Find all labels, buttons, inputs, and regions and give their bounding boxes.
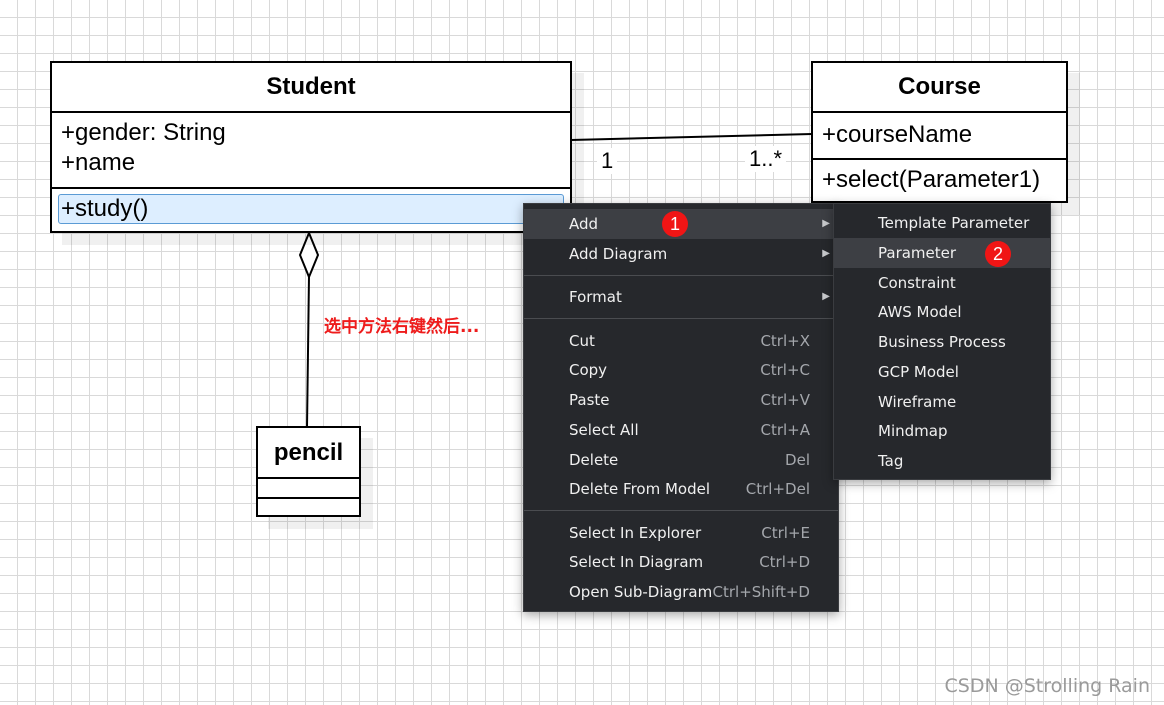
multiplicity-target: 1..*: [745, 146, 787, 172]
step-badge-2: 2: [985, 241, 1011, 267]
menu-item-label: Add: [569, 215, 599, 233]
submenu-arrow-icon: ▶: [822, 291, 830, 302]
menu-item-shortcut: Ctrl+Shift+D: [712, 583, 810, 601]
menu-item-label: Format: [569, 288, 622, 306]
menu-item-shortcut: Ctrl+E: [761, 524, 810, 542]
menu-item-paste[interactable]: Paste Ctrl+V: [524, 385, 838, 415]
submenu-item-label: Business Process: [878, 333, 1006, 351]
context-menu: Add ▶ Add Diagram ▶ Format ▶ Cut Ctrl+X …: [523, 203, 839, 612]
submenu-item-label: Template Parameter: [878, 214, 1030, 232]
menu-item-copy[interactable]: Copy Ctrl+C: [524, 355, 838, 385]
menu-item-format[interactable]: Format ▶: [524, 282, 838, 312]
student-attributes: +gender: String +name: [52, 113, 570, 187]
aggregation-diamond: [298, 230, 320, 280]
submenu-item-constraint[interactable]: Constraint: [834, 268, 1050, 298]
menu-item-label: Paste: [569, 391, 610, 409]
submenu-item-wireframe[interactable]: Wireframe: [834, 387, 1050, 417]
menu-item-select-in-diagram[interactable]: Select In Diagram Ctrl+D: [524, 547, 838, 577]
menu-item-label: Delete: [569, 451, 619, 469]
submenu-item-tag[interactable]: Tag: [834, 446, 1050, 476]
menu-item-select-all[interactable]: Select All Ctrl+A: [524, 415, 838, 445]
menu-item-shortcut: Ctrl+A: [760, 421, 810, 439]
submenu-arrow-icon: ▶: [822, 218, 830, 229]
menu-separator: [524, 318, 838, 319]
student-operations: +study(): [52, 189, 570, 224]
menu-item-shortcut: Del: [785, 451, 810, 469]
step-badge-1: 1: [662, 211, 688, 237]
pencil-operations: [258, 499, 359, 517]
menu-separator: [524, 510, 838, 511]
student-operation-selected[interactable]: +study(): [58, 194, 564, 224]
menu-item-label: Delete From Model: [569, 480, 711, 498]
submenu-item-aws-model[interactable]: AWS Model: [834, 297, 1050, 327]
submenu-item-label: AWS Model: [878, 303, 962, 321]
menu-item-shortcut: Ctrl+X: [760, 332, 810, 350]
menu-item-label: Select In Explorer: [569, 524, 702, 542]
menu-item-label: Select In Diagram: [569, 553, 704, 571]
menu-separator: [524, 275, 838, 276]
watermark-text: CSDN @Strolling Rain: [944, 675, 1150, 697]
course-class-name: Course: [813, 63, 1066, 113]
menu-item-label: Copy: [569, 361, 608, 379]
submenu-item-label: Mindmap: [878, 422, 948, 440]
aggregation-line[interactable]: [306, 275, 310, 428]
submenu-item-parameter[interactable]: Parameter: [834, 238, 1050, 268]
submenu-item-mindmap[interactable]: Mindmap: [834, 416, 1050, 446]
submenu-arrow-icon: ▶: [822, 248, 830, 259]
submenu-item-gcp-model[interactable]: GCP Model: [834, 357, 1050, 387]
submenu-item-label: GCP Model: [878, 363, 959, 381]
submenu-item-label: Tag: [878, 452, 904, 470]
multiplicity-source: 1: [597, 148, 618, 174]
student-class[interactable]: Student +gender: String +name +study(): [50, 61, 572, 233]
menu-item-delete[interactable]: Delete Del: [524, 445, 838, 475]
association-line[interactable]: [570, 133, 813, 141]
menu-item-select-in-explorer[interactable]: Select In Explorer Ctrl+E: [524, 518, 838, 548]
pencil-class[interactable]: pencil: [256, 426, 361, 517]
menu-item-shortcut: Ctrl+V: [760, 391, 810, 409]
student-attribute[interactable]: +gender: String: [61, 118, 570, 148]
menu-item-label: Add Diagram: [569, 245, 668, 263]
course-class[interactable]: Course +courseName +select(Parameter1): [811, 61, 1068, 203]
course-attribute[interactable]: +courseName: [822, 113, 1066, 157]
student-attribute[interactable]: +name: [61, 148, 570, 178]
menu-item-label: Cut: [569, 332, 595, 350]
menu-item-delete-from-model[interactable]: Delete From Model Ctrl+Del: [524, 474, 838, 504]
course-operation[interactable]: +select(Parameter1): [813, 160, 1066, 200]
submenu-item-label: Constraint: [878, 274, 956, 292]
pencil-attributes: [258, 479, 359, 499]
pencil-class-name: pencil: [258, 428, 359, 479]
submenu-item-label: Parameter: [878, 244, 957, 262]
course-attributes: +courseName: [813, 113, 1066, 158]
menu-item-add-diagram[interactable]: Add Diagram ▶: [524, 239, 838, 269]
menu-item-shortcut: Ctrl+Del: [745, 480, 810, 498]
submenu-item-label: Wireframe: [878, 393, 957, 411]
menu-item-label: Select All: [569, 421, 639, 439]
menu-item-label: Open Sub-Diagram: [569, 583, 713, 601]
menu-item-open-sub-diagram[interactable]: Open Sub-Diagram Ctrl+Shift+D: [524, 577, 838, 607]
submenu-item-template-parameter[interactable]: Template Parameter: [834, 208, 1050, 238]
menu-item-shortcut: Ctrl+C: [760, 361, 810, 379]
student-class-name: Student: [52, 63, 570, 113]
add-submenu: Template Parameter Parameter Constraint …: [833, 203, 1051, 480]
annotation-text: 选中方法右键然后...: [324, 317, 480, 337]
menu-item-cut[interactable]: Cut Ctrl+X: [524, 326, 838, 356]
submenu-item-business-process[interactable]: Business Process: [834, 327, 1050, 357]
menu-item-shortcut: Ctrl+D: [759, 553, 810, 571]
